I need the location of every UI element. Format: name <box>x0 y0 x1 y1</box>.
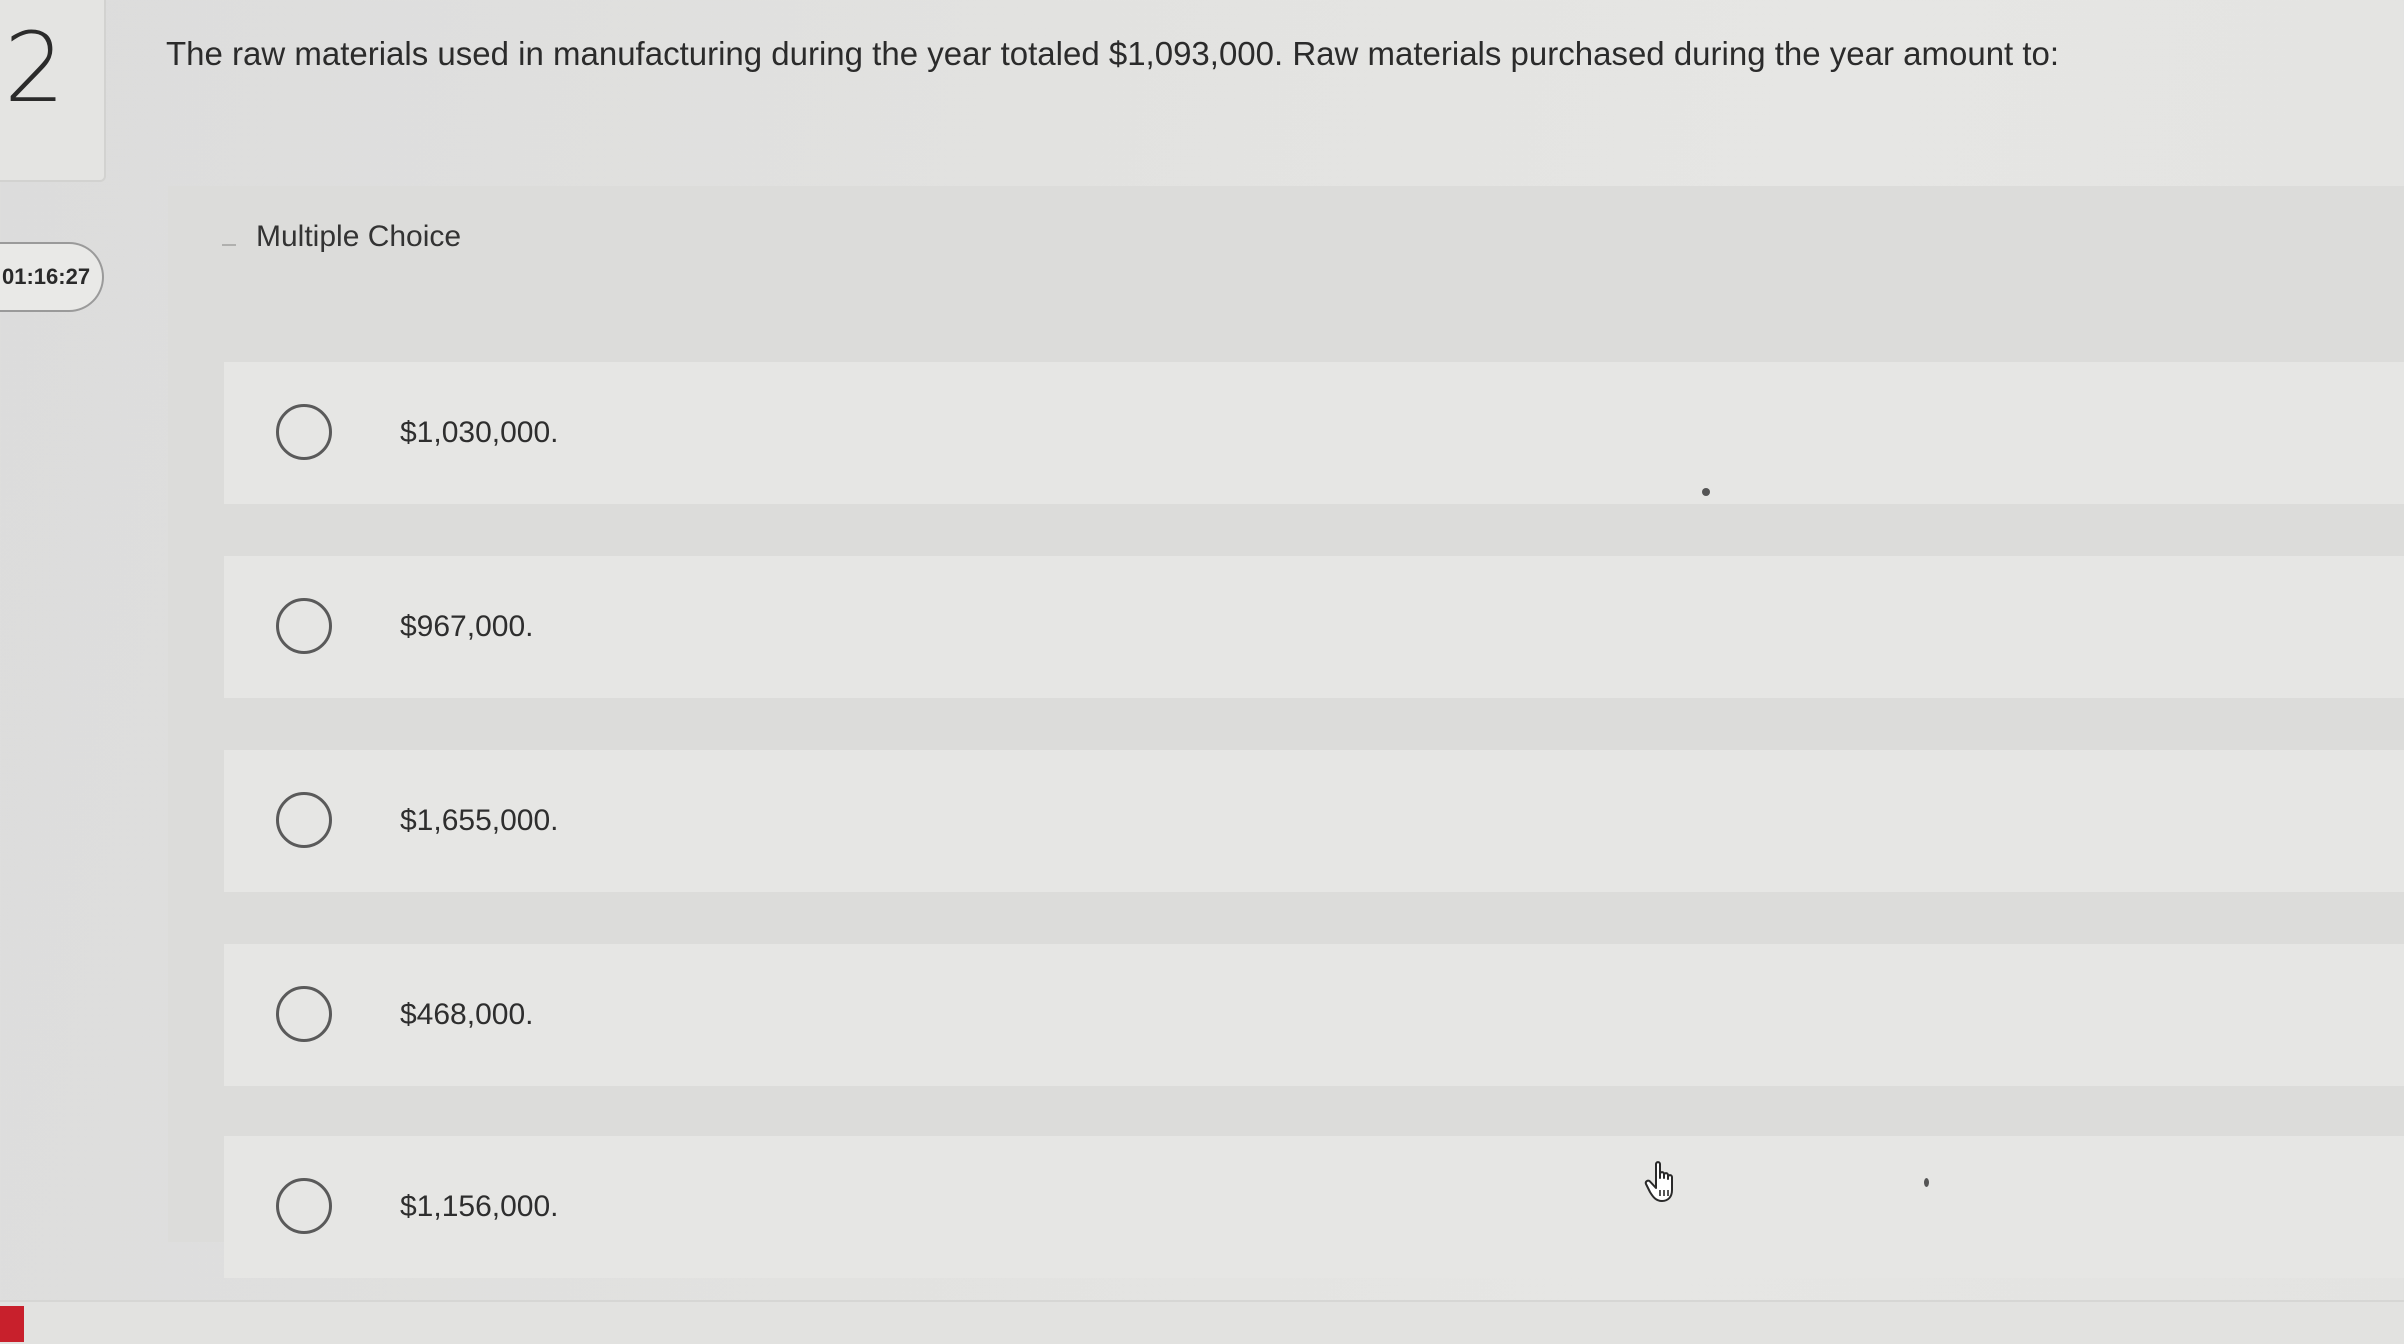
answer-option-1[interactable]: $1,030,000. <box>224 362 2404 504</box>
answer-option-label: $967,000. <box>400 610 534 643</box>
question-number-box: 2 <box>0 0 106 182</box>
question-text: The raw materials used in manufacturing … <box>166 35 2060 72</box>
radio-unselected-icon[interactable] <box>276 986 332 1042</box>
answer-option-3[interactable]: $1,655,000. <box>224 750 2404 892</box>
answer-option-label: $1,156,000. <box>400 1190 559 1223</box>
divider <box>222 244 236 246</box>
hand-pointer-icon <box>1644 1161 1673 1202</box>
radio-unselected-icon[interactable] <box>276 1178 332 1234</box>
flag-marker <box>0 1306 24 1342</box>
radio-unselected-icon[interactable] <box>276 792 332 848</box>
bottom-bar <box>0 1300 2404 1344</box>
question-number: 2 <box>4 12 66 124</box>
answer-option-2[interactable]: $967,000. <box>224 556 2404 698</box>
multiple-choice-label: Multiple Choice <box>256 220 462 253</box>
radio-unselected-icon[interactable] <box>276 404 332 460</box>
answer-option-label: $1,030,000. <box>400 416 559 449</box>
answer-option-label: $1,655,000. <box>400 804 559 837</box>
screen-speck <box>1924 1178 1929 1187</box>
answer-option-5[interactable]: $1,156,000. <box>224 1136 2404 1278</box>
answer-option-4[interactable]: $468,000. <box>224 944 2404 1086</box>
timer-badge: 01:16:27 <box>0 242 104 312</box>
screen-speck <box>1702 488 1710 496</box>
radio-unselected-icon[interactable] <box>276 598 332 654</box>
answer-option-label: $468,000. <box>400 998 534 1031</box>
